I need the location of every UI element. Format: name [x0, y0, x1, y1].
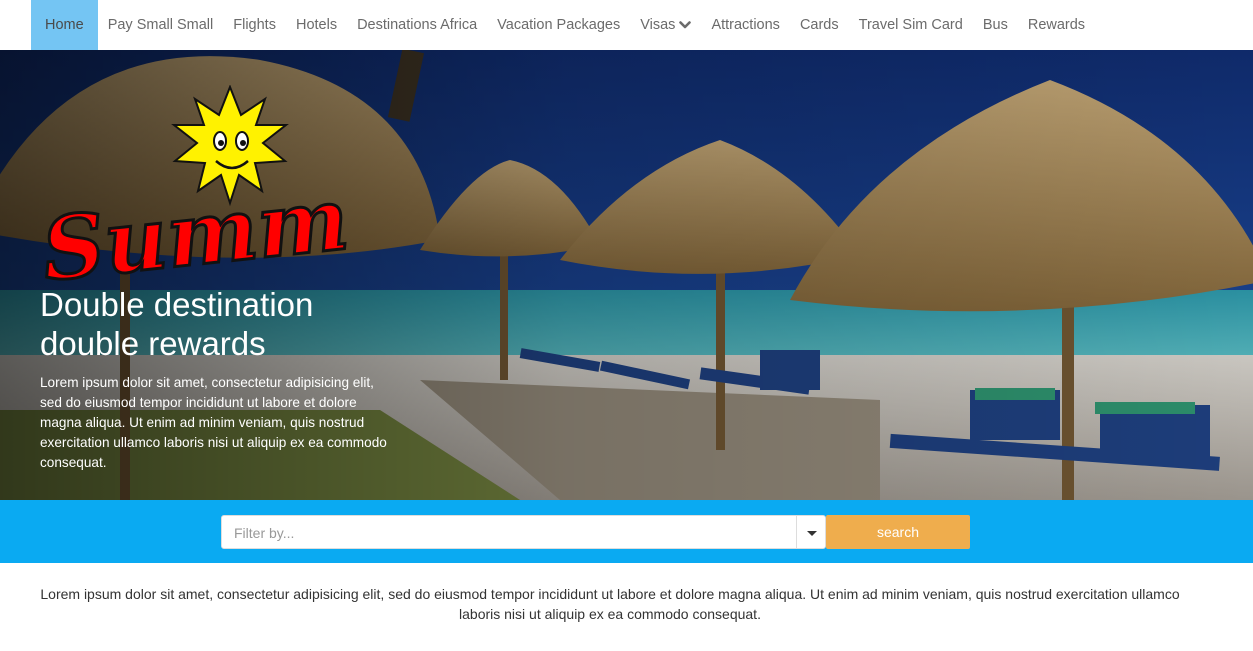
nav-item-vacation-packages[interactable]: Vacation Packages [487, 0, 630, 50]
nav-item-destinations-africa[interactable]: Destinations Africa [347, 0, 487, 50]
chevron-down-icon [679, 21, 692, 29]
nav-label: Vacation Packages [497, 17, 621, 33]
nav-item-attractions[interactable]: Attractions [701, 0, 790, 50]
nav-label: Hotels [295, 17, 338, 33]
nav-item-home[interactable]: Home [31, 0, 98, 50]
hero-banner: Summer Double destination double rewards… [0, 50, 1253, 500]
filter-placeholder: Filter by... [234, 525, 295, 541]
nav-label: Attractions [711, 17, 780, 33]
nav-label: Home [45, 17, 84, 33]
nav-item-travel-sim-card[interactable]: Travel Sim Card [849, 0, 973, 50]
hero-title-line2: double rewards [40, 325, 266, 362]
nav-item-bus[interactable]: Bus [973, 0, 1018, 50]
nav-item-visas[interactable]: Visas [630, 0, 701, 50]
filter-select[interactable]: Filter by... [221, 515, 826, 549]
filter-divider [796, 516, 797, 548]
nav-label: Travel Sim Card [858, 17, 963, 33]
summer-sun-logo: Summer [38, 85, 348, 290]
main-nav: Home Pay Small Small Flights Hotels Dest… [31, 0, 1095, 50]
nav-item-rewards[interactable]: Rewards [1018, 0, 1095, 50]
hero-title-line1: Double destination [40, 286, 314, 323]
nav-item-cards[interactable]: Cards [790, 0, 849, 50]
nav-label: Visas [640, 17, 676, 33]
nav-item-pay-small-small[interactable]: Pay Small Small [98, 0, 224, 50]
nav-label: Pay Small Small [107, 17, 214, 33]
nav-label: Rewards [1027, 17, 1086, 33]
nav-item-flights[interactable]: Flights [223, 0, 286, 50]
nav-label: Bus [982, 17, 1008, 33]
caret-down-icon[interactable] [807, 531, 817, 536]
nav-label: Cards [799, 17, 839, 33]
nav-label: Destinations Africa [357, 17, 478, 33]
intro-paragraph: Lorem ipsum dolor sit amet, consectetur … [40, 586, 1180, 622]
hero-title: Double destination double rewards [40, 285, 400, 363]
summer-logo-text: Summer [38, 157, 348, 290]
top-navbar: Home Pay Small Small Flights Hotels Dest… [0, 0, 1253, 50]
hero-description: Lorem ipsum dolor sit amet, consectetur … [40, 375, 387, 470]
nav-item-hotels[interactable]: Hotels [286, 0, 347, 50]
nav-label: Flights [233, 17, 276, 33]
search-button[interactable]: search [826, 515, 970, 549]
search-band: Filter by... search [0, 500, 1253, 563]
